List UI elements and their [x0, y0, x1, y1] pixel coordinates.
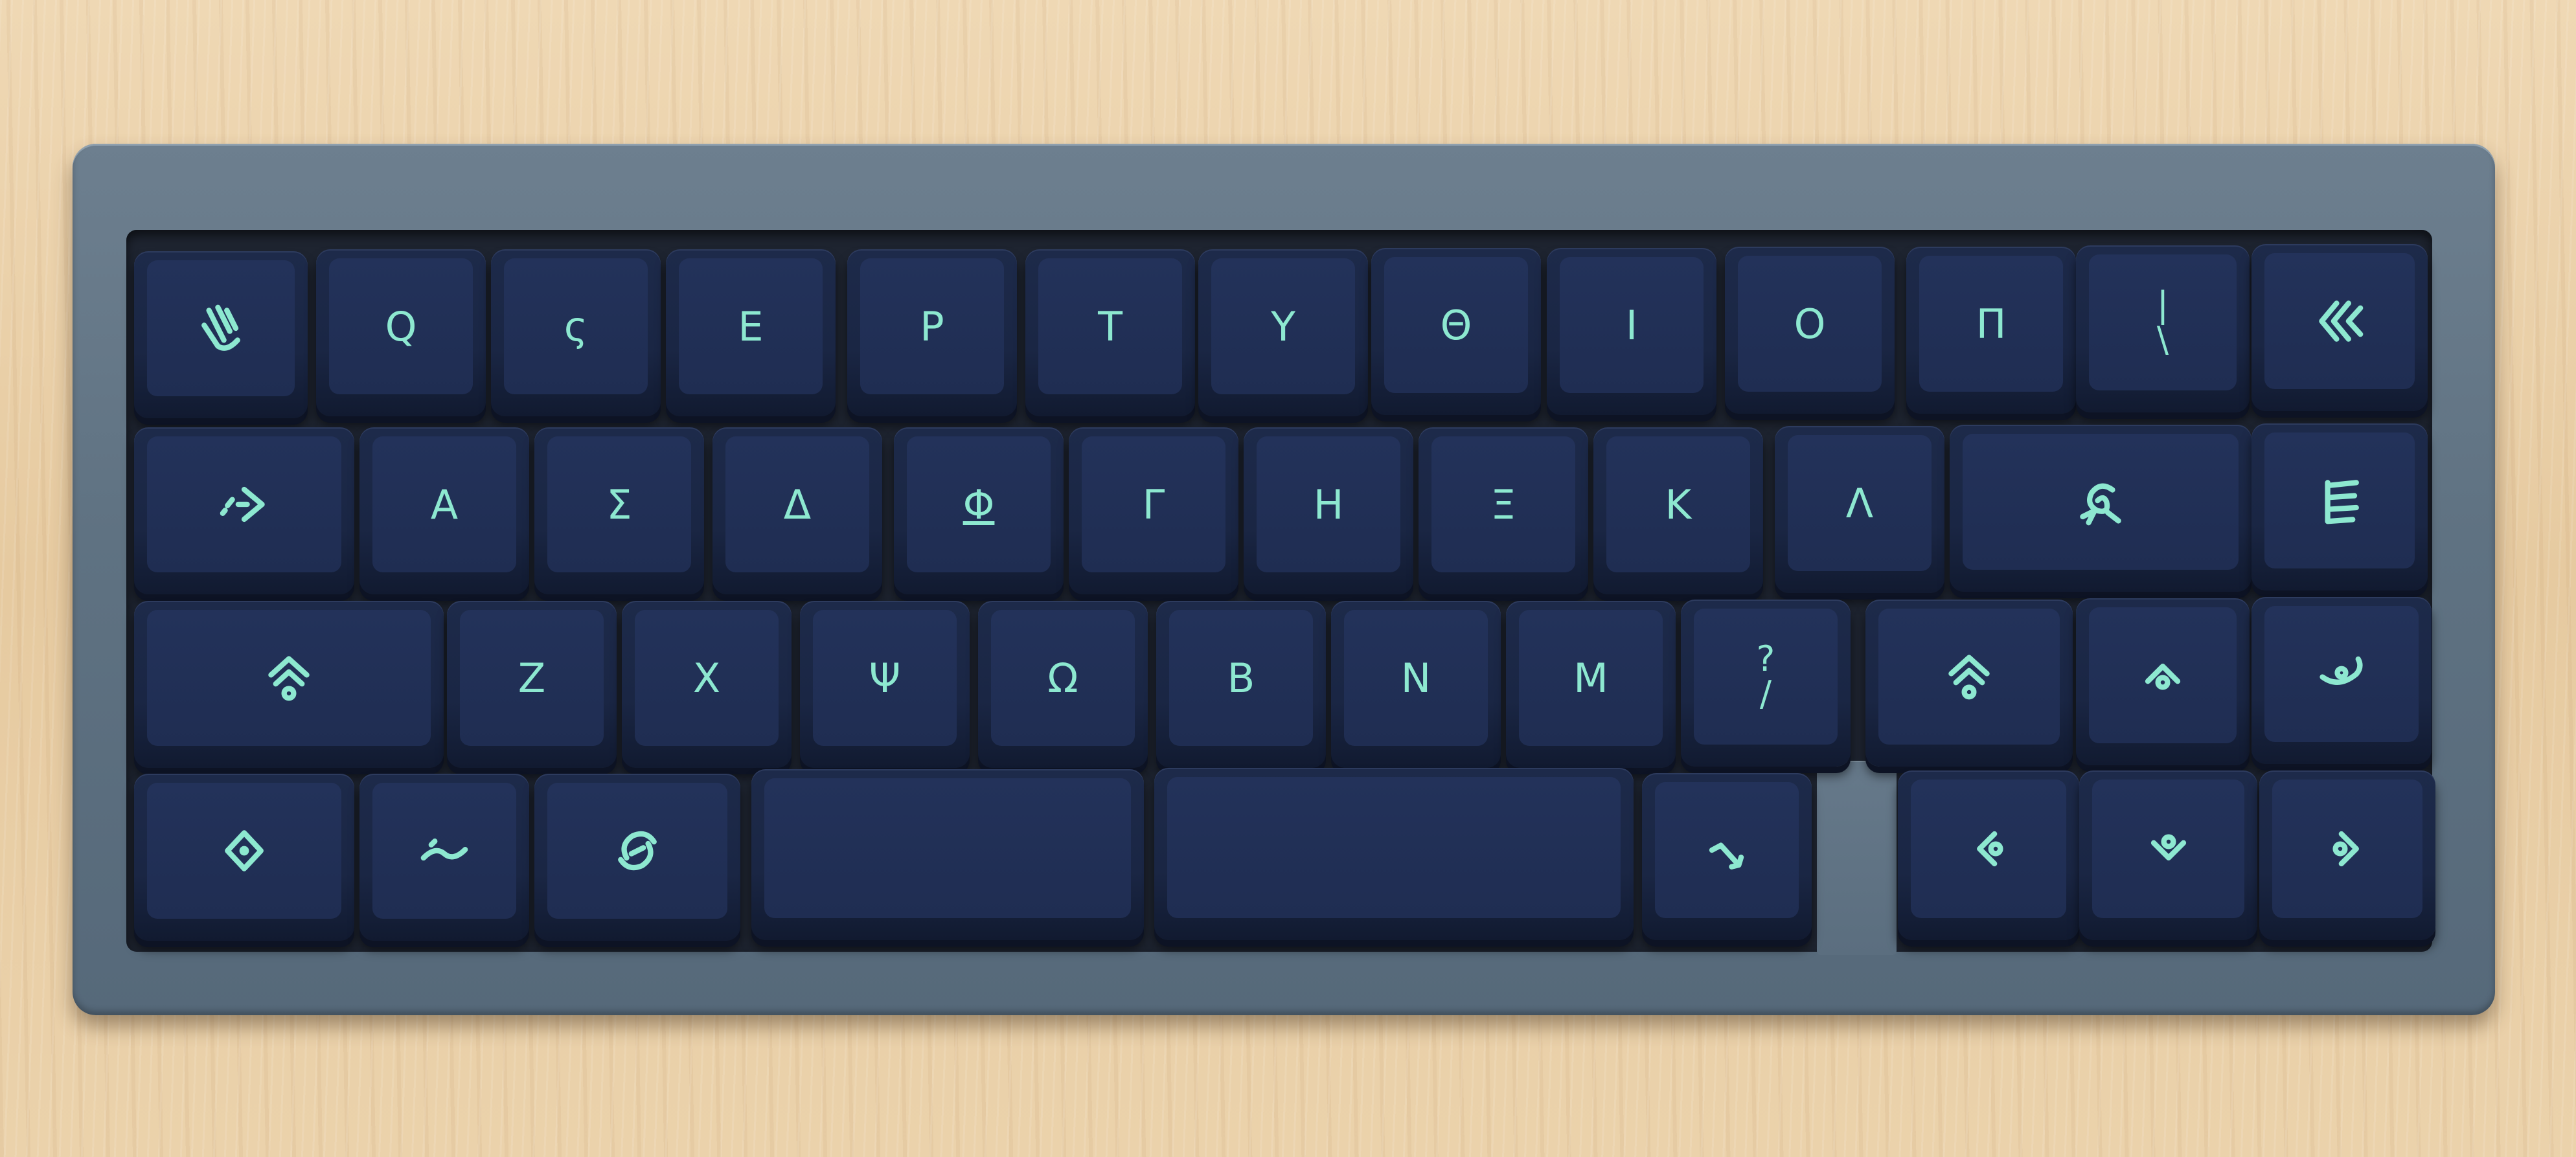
key-legend: Τ: [1038, 258, 1182, 394]
key-phi[interactable]: Φ: [894, 427, 1064, 594]
key-legend: Ξ: [1431, 436, 1575, 572]
key-legend: Λ: [1788, 435, 1932, 571]
backspace-chevrons-icon: [2319, 300, 2364, 342]
key-legend: Κ: [1606, 436, 1750, 572]
key-rho[interactable]: Ρ: [847, 249, 1017, 416]
enter-swirl-icon: [2080, 483, 2121, 526]
key-wave[interactable]: [359, 774, 529, 941]
key-right-shift[interactable]: [1865, 600, 2073, 767]
key-delta[interactable]: Δ: [712, 427, 882, 594]
key-alpha[interactable]: Α: [359, 427, 529, 594]
key-upsilon[interactable]: Υ: [1198, 249, 1368, 416]
key-enter[interactable]: [1950, 425, 2251, 592]
down-eye-icon: [2150, 834, 2186, 860]
key-hand[interactable]: [134, 251, 308, 418]
key-legend-bottom: /: [1759, 673, 1772, 714]
key-legend: Χ: [635, 610, 779, 746]
key-legend: Ο: [1738, 256, 1882, 392]
key-legend: Ε: [679, 258, 823, 394]
key-psi[interactable]: Ψ: [800, 601, 970, 768]
shift-layers-icon: [268, 656, 310, 701]
hand-icon: [201, 304, 240, 351]
menu-lines-icon: [2325, 480, 2359, 524]
key-legend: Ψ: [813, 610, 957, 746]
up-eye-icon: [2145, 664, 2181, 690]
key-tab[interactable]: [134, 427, 354, 594]
left-eye-icon: [1977, 831, 2003, 867]
key-omega[interactable]: Ω: [978, 601, 1148, 768]
wave-icon: [420, 838, 468, 861]
key-iota[interactable]: Ι: [1547, 248, 1716, 415]
key-legend: ς: [504, 258, 648, 394]
key-left-space[interactable]: [751, 769, 1144, 940]
key-right[interactable]: [2259, 770, 2435, 940]
key-legend: Ρ: [860, 258, 1004, 394]
key-curl[interactable]: [2251, 597, 2432, 764]
key-final-sigma[interactable]: ς: [491, 249, 661, 416]
key-hook[interactable]: [1642, 773, 1812, 940]
key-chi[interactable]: Χ: [622, 601, 792, 768]
key-epsilon[interactable]: Ε: [666, 249, 836, 416]
key-legend: Q: [329, 258, 473, 394]
shift-layers-icon: [1948, 655, 1990, 700]
key-pipe-backslash[interactable]: | \: [2076, 245, 2250, 412]
key-menu[interactable]: [2251, 423, 2428, 590]
key-legend-bottom: \: [2156, 319, 2169, 360]
key-legend: Σ: [547, 436, 691, 572]
key-legend: Θ: [1384, 257, 1528, 393]
key-q[interactable]: Q: [316, 249, 486, 416]
key-mu[interactable]: Μ: [1506, 601, 1676, 768]
key-gamma[interactable]: Γ: [1069, 427, 1238, 594]
key-omicron[interactable]: Ο: [1725, 247, 1895, 414]
key-pi[interactable]: Π: [1906, 247, 2076, 414]
key-eta[interactable]: Η: [1244, 427, 1413, 594]
key-left[interactable]: [1898, 770, 2079, 940]
key-tau[interactable]: Τ: [1025, 249, 1195, 416]
key-up[interactable]: [2076, 598, 2250, 765]
key-theta[interactable]: Θ: [1371, 248, 1541, 415]
key-zeta[interactable]: Ζ: [447, 601, 617, 768]
key-down[interactable]: [2079, 770, 2257, 940]
key-legend: Α: [372, 436, 516, 572]
tab-arrow-icon: [220, 486, 265, 522]
spiral-eye-icon: [618, 831, 657, 871]
diamond-eye-icon: [225, 830, 264, 871]
key-nu[interactable]: Ν: [1331, 601, 1501, 768]
key-legend: Μ: [1519, 610, 1663, 746]
key-legend: [1167, 777, 1621, 918]
key-legend: Υ: [1211, 258, 1355, 394]
hook-arrow-icon: [1709, 842, 1744, 870]
right-eye-icon: [2332, 831, 2359, 867]
key-legend-top: |: [2156, 284, 2169, 325]
key-legend: [764, 778, 1131, 918]
key-legend: Β: [1169, 610, 1313, 746]
curl-eye-icon: [2320, 656, 2363, 685]
key-question-slash[interactable]: ? /: [1681, 600, 1851, 767]
key-legend: Η: [1257, 436, 1400, 572]
key-sigma[interactable]: Σ: [534, 427, 704, 594]
key-left-shift[interactable]: [134, 601, 444, 768]
key-diamond[interactable]: [134, 774, 354, 941]
key-beta[interactable]: Β: [1156, 601, 1326, 768]
key-legend: Π: [1919, 256, 2063, 392]
key-xi[interactable]: Ξ: [1419, 427, 1588, 594]
key-legend: Γ: [1082, 436, 1225, 572]
key-legend: Ν: [1344, 610, 1488, 746]
key-legend: Φ: [907, 436, 1051, 572]
key-spiral[interactable]: [534, 774, 740, 941]
key-legend: Ζ: [460, 610, 604, 746]
key-backspace[interactable]: [2251, 244, 2428, 411]
arrow-cluster-notch: [1817, 761, 1897, 955]
key-legend-top: ?: [1756, 638, 1775, 679]
key-right-space[interactable]: [1154, 768, 1634, 940]
key-legend: Ω: [991, 610, 1135, 746]
key-kappa[interactable]: Κ: [1593, 427, 1763, 594]
key-legend: Ι: [1560, 257, 1704, 393]
key-lambda[interactable]: Λ: [1775, 426, 1944, 593]
key-legend: Δ: [725, 436, 869, 572]
